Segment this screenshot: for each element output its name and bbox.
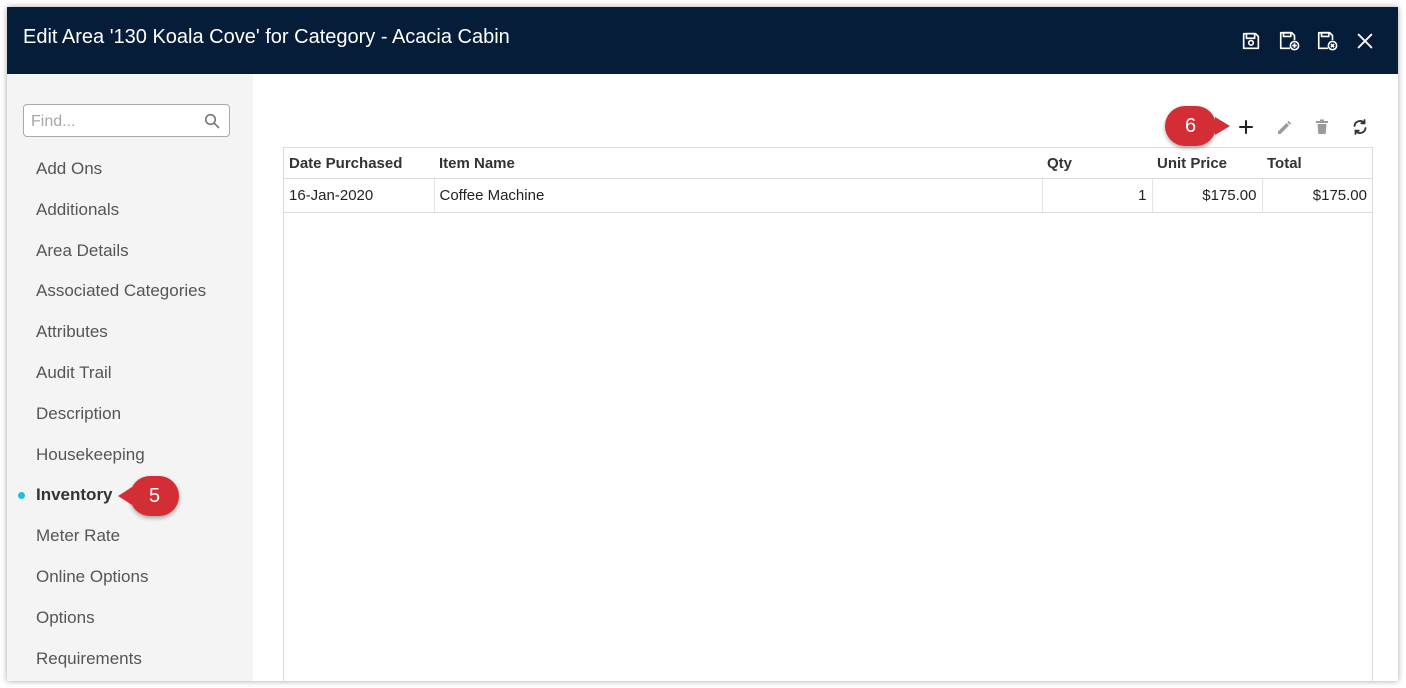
sidebar: Add Ons Additionals Area Details Associa… xyxy=(7,74,253,681)
table-header-row: Date Purchased Item Name Qty Unit Price … xyxy=(284,148,1372,179)
trash-icon xyxy=(1316,119,1328,134)
step-callout-5: 5 xyxy=(118,476,179,516)
sidebar-item-label: Audit Trail xyxy=(36,362,112,382)
cell-item-name: Coffee Machine xyxy=(434,178,1043,213)
sidebar-item-housekeeping[interactable]: Housekeeping xyxy=(7,435,253,476)
plus-icon xyxy=(1239,120,1253,134)
refresh-button[interactable] xyxy=(1341,114,1379,140)
title-bar-actions xyxy=(1232,27,1384,55)
sidebar-item-label: Requirements xyxy=(36,648,142,668)
sidebar-item-audit-trail[interactable]: Audit Trail xyxy=(7,353,253,394)
sidebar-item-label: Additionals xyxy=(36,199,120,219)
column-header-qty[interactable]: Qty xyxy=(1042,148,1152,179)
dialog-title: Edit Area '130 Koala Cove' for Category … xyxy=(23,26,510,48)
sidebar-item-requirements[interactable]: Requirements xyxy=(7,639,253,680)
cell-date-purchased: 16-Jan-2020 xyxy=(284,178,435,213)
callout-pointer-icon xyxy=(1215,117,1230,135)
column-header-date-purchased[interactable]: Date Purchased xyxy=(284,148,434,179)
save-icon[interactable] xyxy=(1232,27,1270,55)
find-input[interactable] xyxy=(29,105,203,138)
sidebar-item-meter-rate[interactable]: Meter Rate xyxy=(7,516,253,557)
save-and-close-icon[interactable] xyxy=(1308,27,1346,55)
table-row[interactable]: 16-Jan-2020 Coffee Machine 1 $175.00 $17… xyxy=(284,178,1372,213)
column-header-unit-price[interactable]: Unit Price xyxy=(1152,148,1262,179)
sidebar-item-attributes[interactable]: Attributes xyxy=(7,312,253,353)
sidebar-item-label: Options xyxy=(36,607,95,627)
step-callout-6-label: 6 xyxy=(1184,114,1197,137)
delete-button[interactable] xyxy=(1303,114,1341,140)
main-panel: Date Purchased Item Name Qty Unit Price … xyxy=(253,74,1398,681)
sidebar-item-label: Housekeeping xyxy=(36,444,145,464)
sidebar-item-online-options[interactable]: Online Options xyxy=(7,557,253,598)
sidebar-item-label: Area Details xyxy=(36,240,129,260)
save-and-new-icon[interactable] xyxy=(1270,27,1308,55)
step-callout-6: 6 xyxy=(1165,106,1230,146)
cell-unit-price: $175.00 xyxy=(1152,178,1263,213)
sidebar-item-label: Description xyxy=(36,403,122,423)
grid-toolbar xyxy=(1227,114,1379,140)
inventory-table: Date Purchased Item Name Qty Unit Price … xyxy=(284,148,1372,213)
cell-qty: 1 xyxy=(1042,178,1153,213)
active-indicator-dot xyxy=(18,492,25,500)
find-search-box[interactable] xyxy=(23,104,230,138)
sidebar-item-label: Inventory xyxy=(36,485,113,505)
refresh-icon xyxy=(1353,119,1367,135)
inventory-grid: Date Purchased Item Name Qty Unit Price … xyxy=(283,147,1373,681)
sidebar-item-label: Associated Categories xyxy=(36,281,207,301)
sidebar-item-additionals[interactable]: Additionals xyxy=(7,190,253,231)
sidebar-item-label: Meter Rate xyxy=(36,526,121,546)
cell-total: $175.00 xyxy=(1262,178,1372,213)
sidebar-item-description[interactable]: Description xyxy=(7,394,253,435)
sidebar-item-area-details[interactable]: Area Details xyxy=(7,231,253,272)
column-header-total[interactable]: Total xyxy=(1262,148,1372,179)
edit-button[interactable] xyxy=(1265,114,1303,140)
sidebar-item-associated-categories[interactable]: Associated Categories xyxy=(7,271,253,312)
sidebar-item-label: Online Options xyxy=(36,566,149,586)
pencil-icon xyxy=(1278,120,1292,134)
sidebar-item-label: Add Ons xyxy=(36,159,103,178)
sidebar-item-label: Attributes xyxy=(36,322,108,342)
add-button[interactable] xyxy=(1227,114,1265,140)
sidebar-nav: Add Ons Additionals Area Details Associa… xyxy=(7,149,253,679)
title-bar: Edit Area '130 Koala Cove' for Category … xyxy=(7,7,1398,74)
sidebar-item-add-ons[interactable]: Add Ons xyxy=(7,149,253,190)
sidebar-item-options[interactable]: Options xyxy=(7,598,253,639)
column-header-item-name[interactable]: Item Name xyxy=(434,148,1042,179)
close-icon[interactable] xyxy=(1346,27,1384,55)
search-icon[interactable] xyxy=(204,113,220,129)
